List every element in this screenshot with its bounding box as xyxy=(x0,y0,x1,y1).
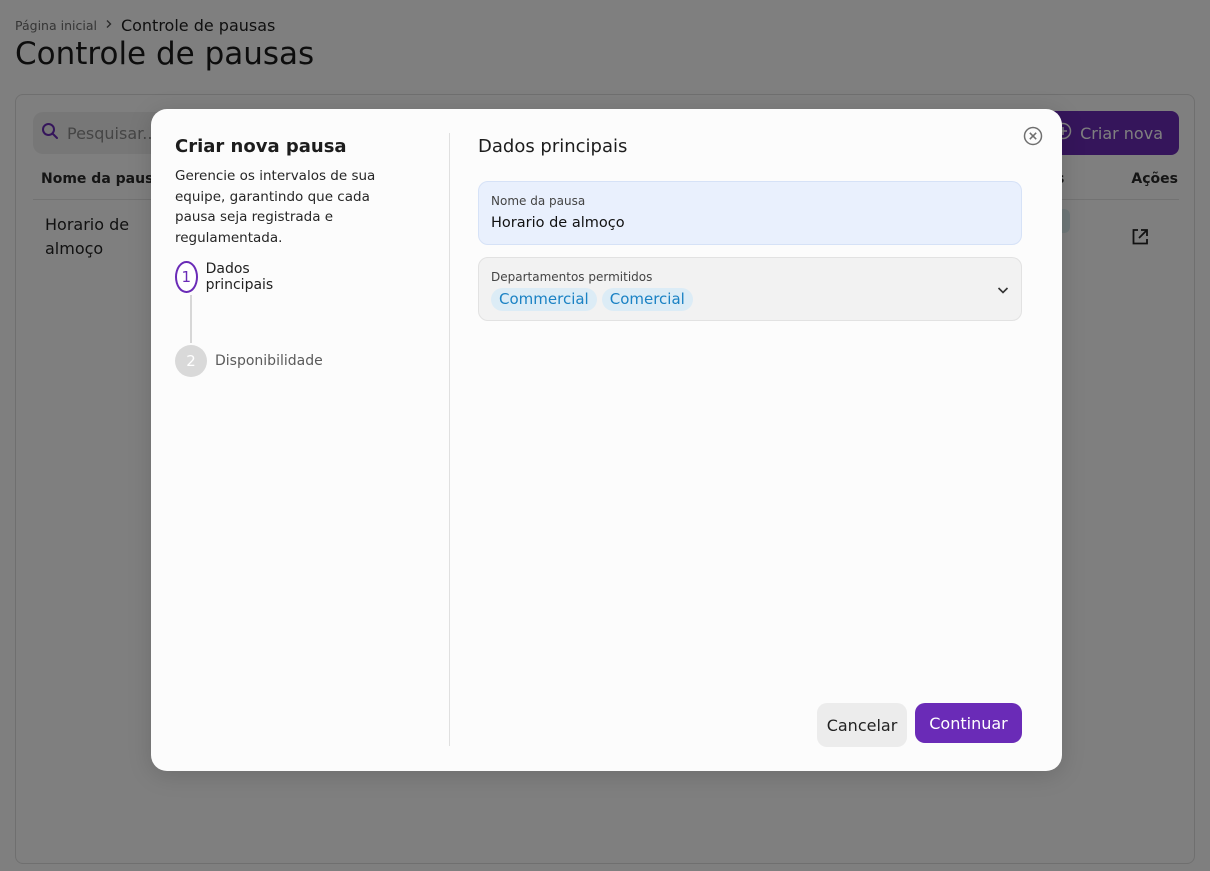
departments-chips: Commercial Comercial xyxy=(491,288,1009,311)
continue-button[interactable]: Continuar xyxy=(915,703,1022,743)
cancel-button[interactable]: Cancelar xyxy=(817,703,907,747)
step-number: 2 xyxy=(175,345,207,377)
chevron-down-icon[interactable] xyxy=(996,282,1010,301)
departments-select[interactable]: Departamentos permitidos Commercial Come… xyxy=(478,257,1022,321)
step-disponibilidade[interactable]: 2 Disponibilidade xyxy=(175,345,323,377)
department-chip[interactable]: Commercial xyxy=(491,288,597,311)
step-connector xyxy=(190,295,192,343)
departments-label: Departamentos permitidos xyxy=(491,270,653,284)
step-label: Dados principais xyxy=(205,261,274,293)
pause-name-label: Nome da pausa xyxy=(491,194,586,208)
vertical-divider xyxy=(449,133,450,746)
close-circle-icon xyxy=(1023,126,1043,149)
section-title: Dados principais xyxy=(478,136,628,157)
step-dados-principais[interactable]: 1 Dados principais xyxy=(175,261,283,293)
create-pause-modal: Criar nova pausa Gerencie os intervalos … xyxy=(151,109,1062,771)
pause-name-field[interactable]: Nome da pausa Horario de almoço xyxy=(478,181,1022,245)
close-button[interactable] xyxy=(1023,126,1043,146)
modal-title: Criar nova pausa xyxy=(175,136,347,157)
modal-description: Gerencie os intervalos de sua equipe, ga… xyxy=(175,168,376,246)
pause-name-input[interactable]: Horario de almoço xyxy=(491,213,1009,233)
department-chip[interactable]: Comercial xyxy=(601,288,693,311)
step-number: 1 xyxy=(175,261,198,293)
step-label: Disponibilidade xyxy=(215,353,323,369)
modal-intro: Criar nova pausa Gerencie os intervalos … xyxy=(175,134,435,248)
